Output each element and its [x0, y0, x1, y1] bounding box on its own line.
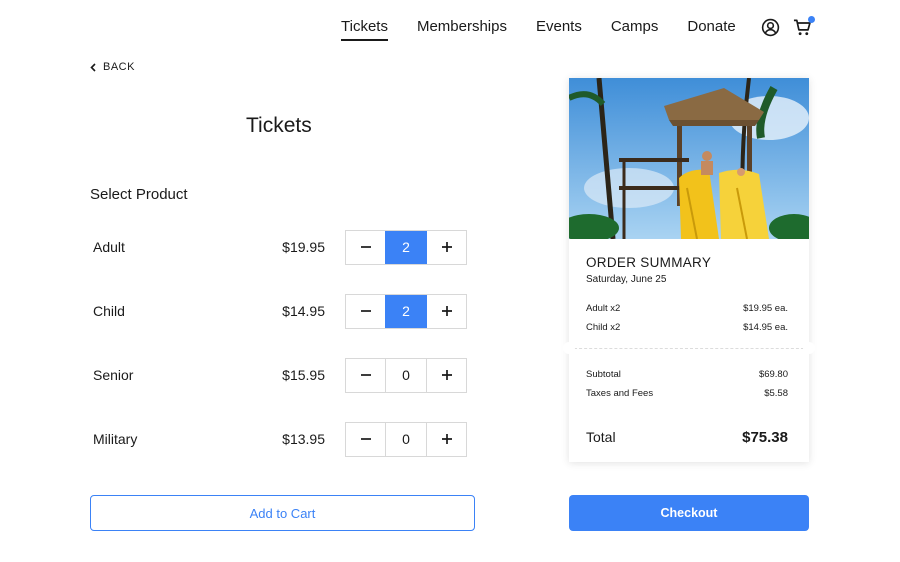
checkout-button[interactable]: Checkout [569, 495, 809, 531]
product-row-military: Military $13.95 0 [93, 421, 467, 457]
ticket-notch-left [563, 342, 575, 354]
dashed-divider [569, 348, 809, 349]
subtotal-row: Subtotal $69.80 [586, 369, 788, 380]
minus-icon [360, 246, 371, 248]
total-row: Total $75.38 [586, 429, 788, 446]
product-row-child: Child $14.95 2 [93, 293, 467, 329]
product-row-adult: Adult $19.95 2 [93, 229, 467, 265]
increment-button[interactable] [427, 230, 466, 264]
section-label: Select Product [90, 186, 188, 203]
increment-button[interactable] [427, 358, 466, 392]
summary-line-child: Child x2 $14.95 ea. [586, 322, 788, 333]
quantity-stepper: 2 [345, 229, 467, 265]
nav-camps[interactable]: Camps [611, 18, 659, 35]
page-title: Tickets [246, 114, 312, 137]
plus-icon [441, 306, 452, 316]
minus-icon [360, 310, 371, 312]
decrement-button[interactable] [346, 294, 385, 328]
increment-button[interactable] [427, 422, 466, 456]
order-summary-card: ORDER SUMMARY Saturday, June 25 Adult x2… [563, 78, 815, 462]
nav-tickets[interactable]: Tickets [341, 18, 388, 41]
quantity-value[interactable]: 2 [385, 294, 427, 328]
total-label: Total [586, 429, 616, 445]
waterpark-image [569, 78, 809, 239]
product-price: $19.95 [282, 239, 325, 255]
fees-label: Taxes and Fees [586, 388, 654, 399]
line-price: $14.95 ea. [743, 322, 788, 333]
line-label: Child x2 [586, 322, 621, 333]
decrement-button[interactable] [346, 230, 385, 264]
product-price: $14.95 [282, 303, 325, 319]
ticket-notch-right [803, 342, 815, 354]
summary-line-adult: Adult x2 $19.95 ea. [586, 303, 788, 314]
quantity-stepper: 0 [345, 357, 467, 393]
back-label: BACK [103, 61, 135, 73]
nav-donate[interactable]: Donate [687, 18, 735, 35]
quantity-value[interactable]: 0 [385, 358, 427, 392]
product-price: $13.95 [282, 431, 325, 447]
plus-icon [441, 434, 452, 444]
cart-badge [808, 16, 815, 23]
line-label: Adult x2 [586, 303, 621, 314]
product-name: Child [93, 303, 125, 319]
subtotal-value: $69.80 [758, 369, 788, 380]
chevron-left-icon [90, 62, 96, 72]
quantity-stepper: 0 [345, 421, 467, 457]
nav-icons [760, 16, 815, 37]
product-price: $15.95 [282, 367, 325, 383]
summary-date: Saturday, June 25 [586, 274, 667, 285]
top-nav: Tickets Memberships Events Camps Donate [341, 18, 765, 41]
quantity-value[interactable]: 2 [385, 230, 427, 264]
cart-icon[interactable] [792, 16, 815, 37]
increment-button[interactable] [427, 294, 466, 328]
plus-icon [441, 242, 452, 252]
add-to-cart-button[interactable]: Add to Cart [90, 495, 475, 531]
quantity-stepper: 2 [345, 293, 467, 329]
product-name: Adult [93, 239, 125, 255]
minus-icon [360, 438, 371, 440]
fees-value: $5.58 [764, 388, 788, 399]
total-value: $75.38 [742, 429, 788, 446]
line-price: $19.95 ea. [743, 303, 788, 314]
back-link[interactable]: BACK [90, 61, 135, 73]
decrement-button[interactable] [346, 422, 385, 456]
decrement-button[interactable] [346, 358, 385, 392]
product-name: Military [93, 431, 138, 447]
product-name: Senior [93, 367, 134, 383]
nav-events[interactable]: Events [536, 18, 582, 35]
nav-memberships[interactable]: Memberships [417, 18, 507, 35]
quantity-value[interactable]: 0 [385, 422, 427, 456]
fees-row: Taxes and Fees $5.58 [586, 388, 788, 399]
minus-icon [360, 374, 371, 376]
summary-title: ORDER SUMMARY [586, 255, 712, 270]
user-icon[interactable] [760, 17, 780, 37]
plus-icon [441, 370, 452, 380]
product-row-senior: Senior $15.95 0 [93, 357, 467, 393]
subtotal-label: Subtotal [586, 369, 621, 380]
